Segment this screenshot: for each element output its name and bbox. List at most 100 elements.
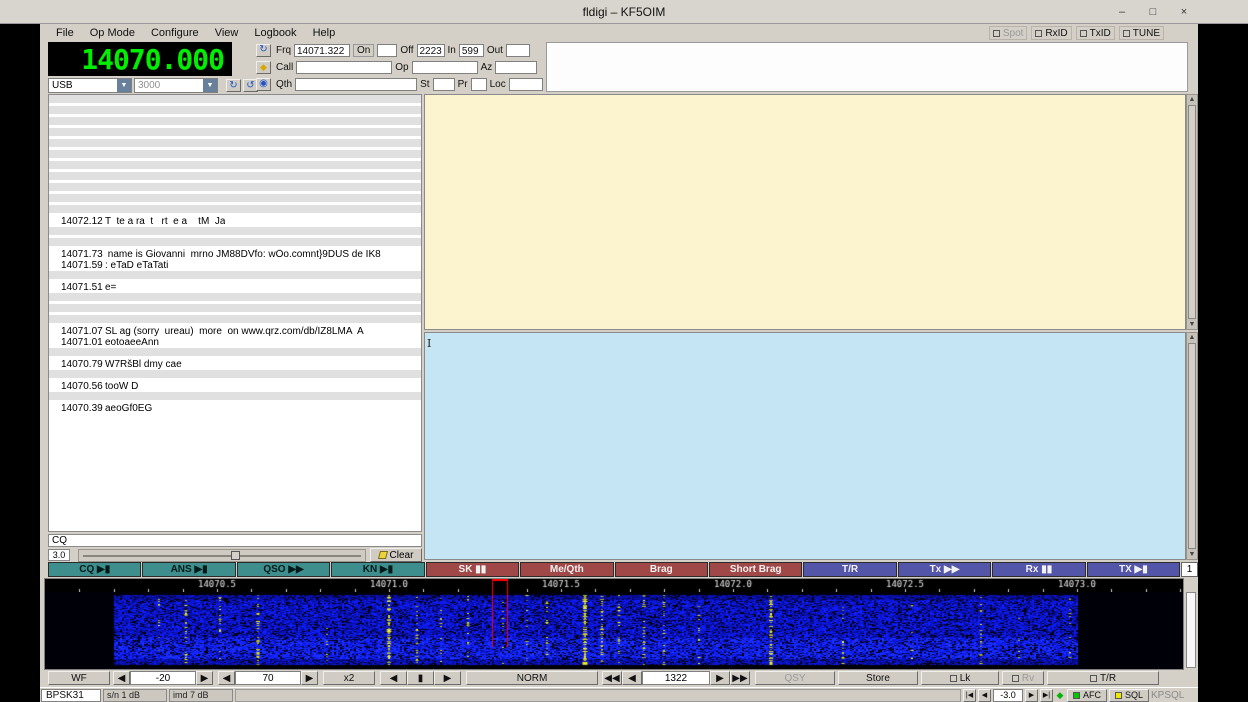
browser-row[interactable]	[49, 161, 421, 172]
menu-item-op-mode[interactable]: Op Mode	[82, 27, 143, 39]
upper-level-down-button[interactable]: ◀	[113, 671, 130, 685]
browser-row[interactable]	[49, 205, 421, 216]
tune-toggle[interactable]: TUNE	[1119, 26, 1164, 40]
qsy-button[interactable]: QSY	[755, 671, 835, 685]
menu-item-configure[interactable]: Configure	[143, 27, 207, 39]
sql-toggle[interactable]: SQL	[1109, 689, 1149, 702]
macro-button-kn[interactable]: KN ▶▮	[331, 562, 424, 577]
browser-row[interactable]	[49, 304, 421, 315]
mode-indicator[interactable]: BPSK31	[41, 689, 101, 702]
atten-first-button[interactable]: |◀	[963, 689, 976, 702]
reverse-toggle[interactable]: Rv	[1002, 671, 1044, 685]
off-input[interactable]: 2223	[417, 44, 445, 57]
range-value[interactable]: 70	[235, 671, 301, 685]
store-button[interactable]: Store	[838, 671, 918, 685]
pr-input[interactable]	[471, 78, 487, 91]
browser-row[interactable]	[49, 238, 421, 249]
freq-left-fast-button[interactable]: ◀◀	[602, 671, 622, 685]
spot-toggle[interactable]: Spot	[989, 26, 1028, 40]
wf-mode-button[interactable]: WF	[48, 671, 110, 685]
rxid-toggle[interactable]: RxID	[1031, 26, 1071, 40]
browser-row[interactable]	[49, 183, 421, 194]
browser-row[interactable]: 14070.56tooW D	[49, 381, 421, 392]
slider-handle[interactable]	[231, 551, 240, 560]
lock-toggle[interactable]: Lk	[921, 671, 999, 685]
browser-row[interactable]	[49, 271, 421, 282]
menu-item-help[interactable]: Help	[305, 27, 344, 39]
az-input[interactable]	[495, 61, 537, 74]
atten-value[interactable]: -3.0	[993, 689, 1023, 702]
menu-item-logbook[interactable]: Logbook	[246, 27, 304, 39]
atten-last-button[interactable]: ▶|	[1040, 689, 1053, 702]
macro-button-short-brag[interactable]: Short Brag	[709, 562, 802, 577]
scroll-left-button[interactable]: ◀	[380, 671, 407, 685]
browser-row[interactable]	[49, 227, 421, 238]
macro-button-me-qth[interactable]: Me/Qth	[520, 562, 613, 577]
waterfall-ruler[interactable]	[45, 579, 1183, 592]
browser-row[interactable]	[49, 293, 421, 304]
txid-toggle[interactable]: TxID	[1076, 26, 1115, 40]
scroll-down-icon[interactable]: ▼	[1189, 550, 1196, 559]
browser-row[interactable]	[49, 95, 421, 106]
macro-button-ans[interactable]: ANS ▶▮	[142, 562, 235, 577]
on-input[interactable]	[377, 44, 397, 57]
macro-button-rx[interactable]: Rx ▮▮	[992, 562, 1085, 577]
macro-button-t-r[interactable]: T/R	[803, 562, 896, 577]
freq-left-button[interactable]: ◀	[622, 671, 642, 685]
freq-right-fast-button[interactable]: ▶▶	[730, 671, 750, 685]
macro-button-tx[interactable]: TX ▶▮	[1087, 562, 1180, 577]
afc-toggle[interactable]: AFC	[1067, 689, 1107, 702]
browser-row[interactable]	[49, 315, 421, 326]
waterfall-side-slider[interactable]	[1186, 592, 1196, 668]
on-label[interactable]: On	[353, 44, 374, 57]
rig-mode-select[interactable]: USB ▼	[48, 78, 132, 93]
range-up-button[interactable]: ▶	[301, 671, 318, 685]
browser-row[interactable]	[49, 172, 421, 183]
clear-entry-button[interactable]: ◆	[256, 61, 271, 74]
carrier-mode-button[interactable]: NORM	[466, 671, 598, 685]
browser-row[interactable]	[49, 370, 421, 381]
scroll-right-button[interactable]: ▶	[434, 671, 461, 685]
browser-row[interactable]: 14071.07SL ag (sorry ureau) more on www.…	[49, 326, 421, 337]
waterfall-canvas[interactable]	[45, 592, 1183, 669]
browser-row[interactable]: 14070.39aeoGf0EG	[49, 403, 421, 414]
rx-text-panel[interactable]	[424, 94, 1186, 330]
browser-row[interactable]	[49, 194, 421, 205]
center-waterfall-button[interactable]: ▮	[407, 671, 434, 685]
macro-button-sk[interactable]: SK ▮▮	[426, 562, 519, 577]
browser-row[interactable]: 14071.59: eTaD eTaTati	[49, 260, 421, 271]
loc-input[interactable]	[509, 78, 543, 91]
chevron-down-icon[interactable]: ▼	[203, 79, 217, 92]
frq-input[interactable]: 14071.322	[294, 44, 350, 57]
rx-scrollbar[interactable]: ▲ ▼	[1186, 94, 1198, 330]
atten-down-button[interactable]: ◀	[978, 689, 991, 702]
log-notes-panel[interactable]	[546, 42, 1188, 92]
chevron-down-icon[interactable]: ▼	[117, 79, 131, 92]
close-button[interactable]: ×	[1173, 3, 1195, 20]
qrz-lookup-button[interactable]: ↻	[256, 44, 271, 57]
recall-freq-button[interactable]: ↻	[226, 79, 241, 92]
scroll-down-icon[interactable]: ▼	[1189, 320, 1196, 329]
maximize-button[interactable]: □	[1142, 3, 1164, 20]
clear-button[interactable]: Clear	[370, 548, 422, 562]
freq-right-button[interactable]: ▶	[710, 671, 730, 685]
macro-button-brag[interactable]: Brag	[615, 562, 708, 577]
menu-item-view[interactable]: View	[207, 27, 247, 39]
tx-text-panel[interactable]: I	[424, 332, 1186, 560]
frequency-display[interactable]: 14070.000	[48, 42, 232, 76]
qth-input[interactable]	[295, 78, 417, 91]
minimize-button[interactable]: –	[1111, 3, 1133, 20]
macro-button-qso[interactable]: QSO ▶▶	[237, 562, 330, 577]
scrollbar-thumb[interactable]	[1188, 105, 1196, 319]
op-input[interactable]	[412, 61, 478, 74]
browser-row[interactable]: 14071.01eotoaeeAnn	[49, 337, 421, 348]
browser-row[interactable]	[49, 128, 421, 139]
upper-level-up-button[interactable]: ▶	[196, 671, 213, 685]
browser-row[interactable]: 14071.73 name is Giovanni mrno JM88DVfo:…	[49, 249, 421, 260]
scrollbar-thumb[interactable]	[1188, 343, 1196, 549]
browser-row[interactable]	[49, 392, 421, 403]
bandwidth-select[interactable]: 3000 ▼	[134, 78, 218, 93]
out-input[interactable]	[506, 44, 530, 57]
audio-freq-value[interactable]: 1322	[642, 671, 710, 685]
atten-up-button[interactable]: ▶	[1025, 689, 1038, 702]
